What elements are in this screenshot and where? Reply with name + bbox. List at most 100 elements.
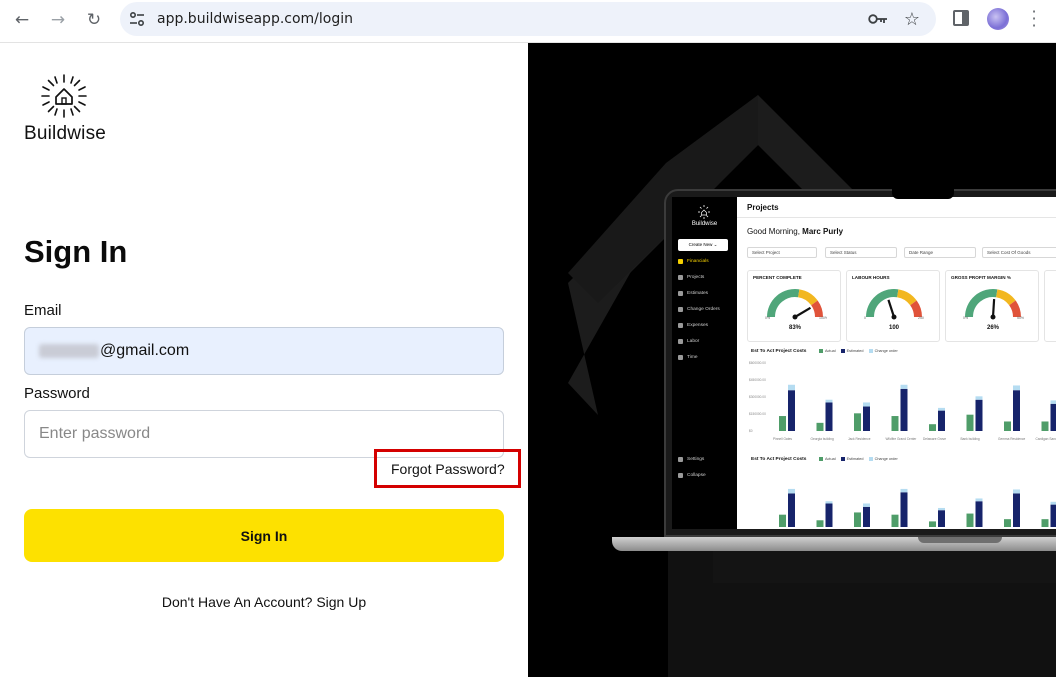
y-tick-label: $150000.00 xyxy=(749,412,766,416)
gauge-segment xyxy=(995,289,1016,306)
bar-change-order xyxy=(938,507,945,511)
gauge-range-label: 100% xyxy=(819,316,827,320)
email-field[interactable]: @gmail.com xyxy=(24,327,504,375)
bar xyxy=(825,402,833,431)
gauge-hub xyxy=(891,314,897,320)
password-label: Password xyxy=(24,385,90,402)
bar xyxy=(975,399,983,431)
y-tick-label: $600000.00 xyxy=(749,361,766,365)
redacted-email-prefix xyxy=(39,344,99,358)
back-arrow-icon[interactable]: ← xyxy=(8,8,36,32)
gauge-chart: 0% 100% xyxy=(765,289,827,320)
gauge-segment xyxy=(767,289,800,318)
bookmark-star-icon[interactable]: ☆ xyxy=(902,9,922,30)
profile-avatar[interactable] xyxy=(987,8,1009,30)
bar-change-order xyxy=(938,407,945,411)
gauge-chart: 0% 50% xyxy=(963,289,1024,320)
browser-toolbar: ← → ↻ app.buildwiseapp.com/login ☆ · · · xyxy=(0,0,1056,43)
app-main: Projects Good Morning, Marc Purly Select… xyxy=(737,197,1056,529)
more-menu-icon[interactable]: · · · xyxy=(1030,4,1038,34)
app-page-title: Projects xyxy=(747,203,779,212)
bar xyxy=(854,512,861,527)
bar xyxy=(863,506,870,527)
bar xyxy=(1041,519,1049,527)
promo-panel: Buildwise Create New ⌄ Financials Projec… xyxy=(528,43,1056,677)
chart-title: Est To Act Project Costs xyxy=(751,349,807,354)
gauge-range-label: 250 xyxy=(918,316,924,320)
address-bar[interactable]: app.buildwiseapp.com/login ☆ xyxy=(120,2,936,36)
email-value: @gmail.com xyxy=(100,342,190,359)
bar xyxy=(938,410,945,431)
bar xyxy=(900,492,908,527)
x-tick-label: Pinnell Gates xyxy=(773,437,792,441)
forgot-password-link[interactable]: Forgot Password? xyxy=(391,461,505,477)
bar-change-order xyxy=(975,498,983,502)
gauge-range-label: 0% xyxy=(765,316,770,320)
url-text[interactable]: app.buildwiseapp.com/login xyxy=(157,11,353,27)
y-tick-label: $0 xyxy=(749,429,753,433)
bar-change-order xyxy=(825,399,833,403)
bar xyxy=(891,416,899,431)
bar xyxy=(938,510,945,527)
bar xyxy=(1050,403,1056,431)
bar xyxy=(1041,421,1049,431)
gauge-range-label: 0% xyxy=(963,316,968,320)
dashboard-screenshot: Buildwise Create New ⌄ Financials Projec… xyxy=(672,197,1056,529)
bar xyxy=(816,422,824,431)
bar xyxy=(891,514,899,527)
kpi-card: GROSS PROFIT MARGIN % 0% 50% 26% xyxy=(945,270,1039,342)
bar xyxy=(1013,493,1020,527)
bar xyxy=(854,413,861,431)
sign-up-link[interactable]: Don't Have An Account? Sign Up xyxy=(0,594,528,610)
x-tick-label: Cardigan Sand Gates xyxy=(1036,437,1056,441)
gauge-needle xyxy=(887,299,896,318)
site-settings-icon[interactable] xyxy=(128,10,146,28)
forward-arrow-icon[interactable]: → xyxy=(44,8,72,32)
create-new-button: Create New ⌄ xyxy=(678,239,728,251)
chart-title-2: Est To Act Project Costs xyxy=(751,457,807,462)
gauge-range-label: 0 xyxy=(864,316,866,320)
password-placeholder: Enter password xyxy=(39,425,151,442)
filter-date-range: Date Range xyxy=(904,247,976,258)
x-tick-label: Georgia building xyxy=(811,437,834,441)
bar-change-order xyxy=(1050,501,1056,505)
sidebar-item-settings: Settings xyxy=(678,457,704,462)
x-tick-label: Delaware Grove xyxy=(923,437,946,441)
kpi-card: LABOUR HOURS 0 250 100 xyxy=(846,270,940,342)
gauge-segment xyxy=(1009,300,1021,318)
logo-text: Buildwise xyxy=(24,123,107,144)
key-icon[interactable] xyxy=(868,10,888,28)
sidebar-item-expenses: Expenses xyxy=(678,323,708,328)
gauge-segment xyxy=(910,300,922,318)
reload-icon[interactable]: ↻ xyxy=(80,8,108,32)
bar xyxy=(975,501,983,527)
filter-cost-of-goods: Select Cost Of Goods xyxy=(982,247,1056,258)
sidebar-item-change-orders: Change Orders xyxy=(678,307,720,312)
bar xyxy=(779,416,786,431)
kpi-card-partial xyxy=(1044,270,1056,342)
bar xyxy=(929,521,936,527)
bar-change-order xyxy=(788,384,795,391)
app-logo-text: Buildwise xyxy=(691,221,718,227)
gauge-needle xyxy=(991,298,996,318)
bar xyxy=(779,514,786,527)
bar-change-order xyxy=(863,503,870,507)
gauge-hub xyxy=(990,314,996,320)
chart-legend: Actual Estimated Change order xyxy=(819,349,898,353)
login-panel: Buildwise Sign In Email @gmail.com Passw… xyxy=(0,43,528,677)
bar xyxy=(900,388,908,431)
side-panel-icon[interactable] xyxy=(953,10,969,26)
app-logo-icon xyxy=(698,205,710,219)
sidebar-item-financials: Financials xyxy=(678,259,709,264)
app-sidebar: Buildwise Create New ⌄ Financials Projec… xyxy=(672,197,737,529)
y-tick-label: $450000.00 xyxy=(749,378,766,382)
bar xyxy=(1050,504,1056,527)
bar-change-order xyxy=(1013,489,1020,494)
bar xyxy=(788,390,795,431)
gauge-range-label: 50% xyxy=(1017,316,1024,320)
bar xyxy=(1004,519,1011,527)
greeting: Good Morning, Marc Purly xyxy=(747,227,844,236)
bar-change-order xyxy=(975,396,983,400)
gauge-needle xyxy=(794,306,812,318)
sign-in-button[interactable]: Sign In xyxy=(24,509,504,562)
